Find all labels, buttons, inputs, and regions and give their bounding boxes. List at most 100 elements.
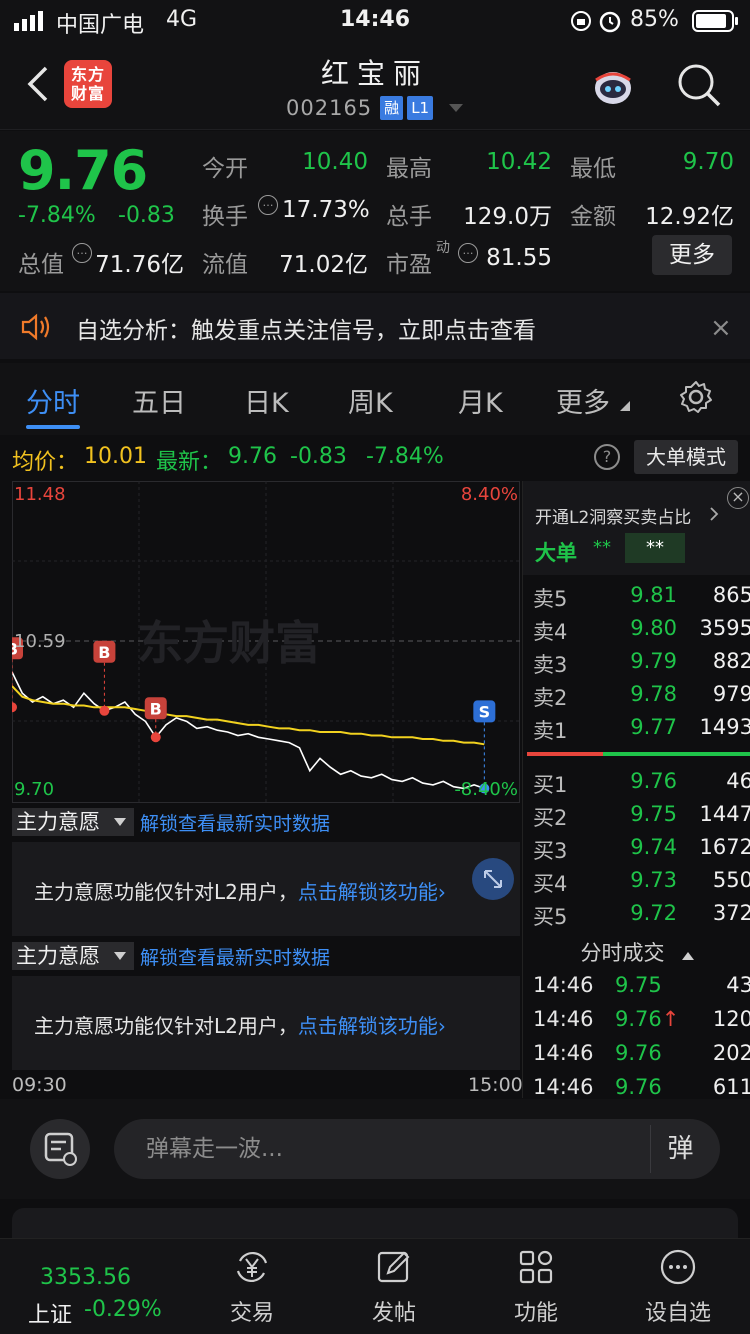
speaker-icon: [21, 313, 50, 341]
bid-price: 9.75: [630, 802, 677, 826]
more-dots-icon: [660, 1249, 696, 1285]
ask-row[interactable]: 卖5 9.81 865: [533, 583, 750, 615]
help-icon[interactable]: ?: [594, 444, 620, 470]
pe-info-icon[interactable]: …: [458, 243, 478, 263]
close-icon[interactable]: ×: [727, 487, 749, 509]
bid-level: 买5: [533, 905, 568, 929]
comment-bar: 弹幕走一波... 弹: [0, 1099, 750, 1199]
pe-dynamic-sup: 动: [436, 240, 450, 256]
ask-volume: 882: [712, 649, 750, 673]
collapse-triangle-icon: [681, 951, 694, 960]
ask-level: 卖3: [533, 653, 568, 677]
bid-level: 买2: [533, 806, 568, 830]
last-price: 9.76: [18, 139, 148, 202]
unlock-link[interactable]: 解锁查看最新实时数据: [140, 943, 330, 970]
ask-row[interactable]: 卖4 9.80 3595: [533, 616, 750, 648]
turnover-info-icon[interactable]: …: [258, 195, 278, 215]
nav-trade[interactable]: 交易: [202, 1247, 302, 1327]
dropdown-triangle-icon: [114, 818, 126, 826]
l2-promo-text: 开通L2洞察买卖占比: [535, 508, 692, 528]
bid-row[interactable]: 买3 9.74 1672: [533, 835, 750, 867]
change-amount: -0.83: [118, 203, 175, 228]
edit-icon: [377, 1251, 410, 1283]
trade-volume: 611: [712, 1075, 750, 1099]
intraday-chart[interactable]: 东方财富 BBBS 11.48 10.59 9.70 8.40% -8.40%: [1, 481, 520, 803]
bid-row[interactable]: 买4 9.73 550: [533, 868, 750, 900]
pct-bottom-label: -8.40%: [454, 779, 518, 800]
main-intent-dropdown[interactable]: 主力意愿: [12, 808, 134, 836]
bid-price: 9.74: [630, 835, 677, 859]
latest-label: 最新：: [156, 450, 223, 475]
y-top-label: 11.48: [14, 484, 66, 505]
chevron-right-icon: [710, 507, 719, 521]
amount-label: 金额: [570, 204, 616, 230]
ratio-bar-buy: [603, 752, 750, 756]
main-intent-bar-1: 主力意愿 解锁查看最新实时数据: [12, 806, 520, 838]
expand-icon[interactable]: [472, 858, 514, 900]
main-intent-dropdown[interactable]: 主力意愿: [12, 942, 134, 970]
search-icon[interactable]: [676, 62, 722, 108]
trades-title: 分时成交: [580, 941, 665, 965]
tab-intraday[interactable]: 分时: [26, 381, 80, 420]
ask-volume: 3595: [699, 616, 750, 640]
nav-post[interactable]: 发帖: [344, 1247, 444, 1327]
alarm-icon: [599, 11, 621, 33]
volume-label: 总手: [386, 204, 432, 230]
big-order-label: 大单: [535, 541, 577, 565]
y-bottom-label: 9.70: [14, 779, 54, 800]
stock-code-row[interactable]: 002165 融 L1: [286, 95, 465, 121]
tab-daily-k[interactable]: 日K: [244, 381, 289, 420]
grid-apps-icon: [519, 1250, 553, 1284]
margin-badge: 融: [380, 96, 404, 120]
ask-price: 9.78: [630, 682, 677, 706]
close-icon[interactable]: ×: [710, 313, 732, 343]
turnover-label: 换手: [202, 204, 248, 230]
low-label: 最低: [570, 156, 616, 182]
l2-promo-box[interactable]: 开通L2洞察买卖占比 × 大单 ** **: [523, 481, 750, 575]
bid-price: 9.72: [630, 901, 677, 925]
ask-level: 卖5: [533, 587, 568, 611]
analysis-notice[interactable]: 自选分析：触发重点关注信号，立即点击查看 ×: [0, 293, 750, 359]
ask-row[interactable]: 卖1 9.77 1493: [533, 715, 750, 747]
bid-row[interactable]: 买2 9.75 1447: [533, 802, 750, 834]
danmu-toggle-button[interactable]: 弹: [650, 1125, 710, 1173]
more-quote-button[interactable]: 更多: [652, 235, 732, 275]
tab-more[interactable]: 更多: [556, 381, 610, 420]
robot-assistant-icon[interactable]: [588, 62, 638, 112]
panel-text: 主力意愿功能仅针对L2用户，点击解锁该功能›: [34, 880, 446, 904]
open-value: 10.40: [302, 149, 368, 175]
news-ticker-strip[interactable]: [12, 1208, 738, 1238]
latest-percent: -7.84%: [366, 444, 444, 469]
nav-functions[interactable]: 功能: [486, 1247, 586, 1327]
ask-row[interactable]: 卖2 9.78 979: [533, 682, 750, 714]
main-intent-panel-2: 主力意愿功能仅针对L2用户，点击解锁该功能›: [12, 976, 520, 1070]
gear-icon[interactable]: [678, 379, 714, 415]
nav-add-watchlist[interactable]: 设自选: [628, 1247, 728, 1327]
float-cap-label: 流值: [202, 252, 248, 278]
trade-time: 14:46: [533, 1007, 594, 1031]
trades-header[interactable]: 分时成交: [523, 937, 750, 971]
bid-volume: 46: [726, 769, 750, 793]
ask-level: 卖1: [533, 719, 568, 743]
tab-monthly-k[interactable]: 月K: [458, 381, 503, 420]
market-cap-value: 71.76亿: [95, 252, 184, 278]
danmu-input[interactable]: 弹幕走一波...: [114, 1119, 720, 1179]
trade-price: 9.76: [615, 1041, 662, 1065]
tab-five-day[interactable]: 五日: [132, 381, 186, 420]
bid-price: 9.73: [630, 868, 677, 892]
big-order-mode-button[interactable]: 大单模式: [634, 440, 738, 474]
bid-row[interactable]: 买1 9.76 46: [533, 769, 750, 801]
tab-weekly-k[interactable]: 周K: [348, 381, 393, 420]
trade-time: 14:46: [533, 1041, 594, 1065]
buy-signal-marker[interactable]: B: [144, 697, 167, 743]
comment-list-icon[interactable]: [30, 1119, 90, 1179]
market-cap-info-icon[interactable]: …: [72, 243, 92, 263]
trade-time: 14:46: [533, 973, 594, 997]
unlock-feature-link[interactable]: 点击解锁该功能: [298, 1014, 438, 1038]
unlock-link[interactable]: 解锁查看最新实时数据: [140, 809, 330, 836]
trade-time: 14:46: [533, 1075, 594, 1099]
ask-row[interactable]: 卖3 9.79 882: [533, 649, 750, 681]
unlock-feature-link[interactable]: 点击解锁该功能: [298, 880, 438, 904]
svg-text:B: B: [98, 643, 110, 662]
bid-row[interactable]: 买5 9.72 372: [533, 901, 750, 933]
